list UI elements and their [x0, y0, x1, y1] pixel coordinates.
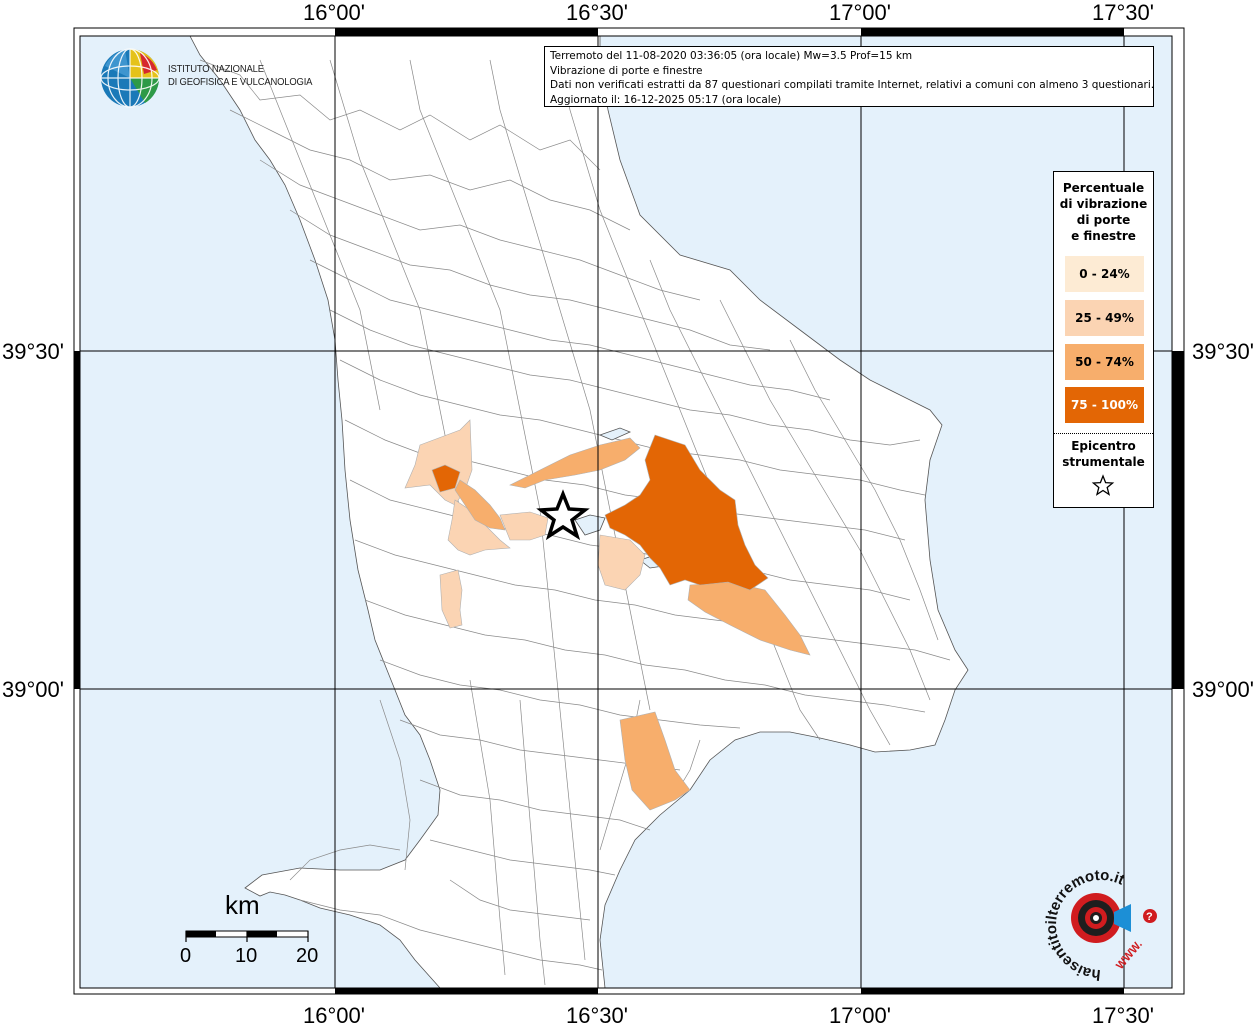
info-line-data-note: Dati non verificati estratti da 87 quest… — [550, 79, 1154, 92]
scale-tick-10: 10 — [235, 945, 258, 967]
legend-class-75-100: 75 - 100% — [1065, 387, 1144, 423]
lon-label-top-16-30: 16°30' — [566, 0, 628, 25]
lat-label-left-39-30: 39°30' — [2, 339, 64, 364]
earthquake-info-box: Terremoto del 11-08-2020 03:36:05 (ora l… — [544, 46, 1154, 107]
lat-label-right-39-30: 39°30' — [1192, 339, 1254, 364]
haisentito-logo-graphic: haisentitoilterremoto.it ? WWW. — [1043, 867, 1157, 983]
legend-epicenter-line: Epicentro — [1071, 439, 1136, 453]
lat-label-left-39-00: 39°00' — [2, 677, 64, 702]
legend-title-line: di vibrazione — [1059, 197, 1148, 211]
legend-class-50-74: 50 - 74% — [1065, 344, 1144, 380]
info-line-event: Terremoto del 11-08-2020 03:36:05 (ora l… — [550, 50, 913, 62]
legend: Percentuale di vibrazione di porte e fin… — [1053, 171, 1154, 508]
ingv-name: ISTITUTO NAZIONALE DI GEOFISICA E VULCAN… — [168, 63, 312, 89]
legend-separator — [1054, 433, 1153, 434]
scale-tick-20: 20 — [296, 945, 319, 967]
legend-epicenter-label: Epicentro strumentale — [1054, 438, 1153, 470]
info-line-parameter: Vibrazione di porte e finestre — [550, 64, 703, 77]
scale-tick-0: 0 — [180, 945, 192, 967]
svg-text:WWW.: WWW. — [1114, 938, 1145, 971]
ingv-logo: ISTITUTO NAZIONALE DI GEOFISICA E VULCAN… — [100, 48, 315, 110]
ingv-name-line1: ISTITUTO NAZIONALE — [168, 63, 264, 75]
legend-class-0-24: 0 - 24% — [1065, 256, 1144, 292]
legend-title-line: di porte — [1076, 213, 1131, 227]
legend-epicenter-line: strumentale — [1062, 455, 1145, 469]
ingv-globe-icon — [100, 48, 160, 108]
lon-label-top-16-00: 16°00' — [303, 0, 365, 25]
lon-label-top-17-30: 17°30' — [1092, 0, 1154, 25]
scale-bar: km 0 10 20 — [178, 890, 328, 970]
ingv-name-line2: DI GEOFISICA E VULCANOLOGIA — [168, 76, 313, 88]
legend-title: Percentuale di vibrazione di porte e fin… — [1054, 180, 1153, 244]
legend-title-line: Percentuale — [1062, 181, 1145, 195]
lat-label-right-39-00: 39°00' — [1192, 677, 1254, 702]
lon-label-top-17-00: 17°00' — [829, 0, 891, 25]
legend-title-line: e finestre — [1071, 229, 1136, 243]
legend-star-icon — [1091, 474, 1115, 496]
info-line-updated: Aggiornato il: 16-12-2025 05:17 (ora loc… — [550, 93, 782, 106]
legend-class-25-49: 25 - 49% — [1065, 300, 1144, 336]
svg-text:?: ? — [1146, 911, 1153, 923]
scale-unit-label: km — [225, 890, 260, 920]
haisentito-logo: haisentitoilterremoto.it ? WWW. — [1036, 860, 1166, 990]
